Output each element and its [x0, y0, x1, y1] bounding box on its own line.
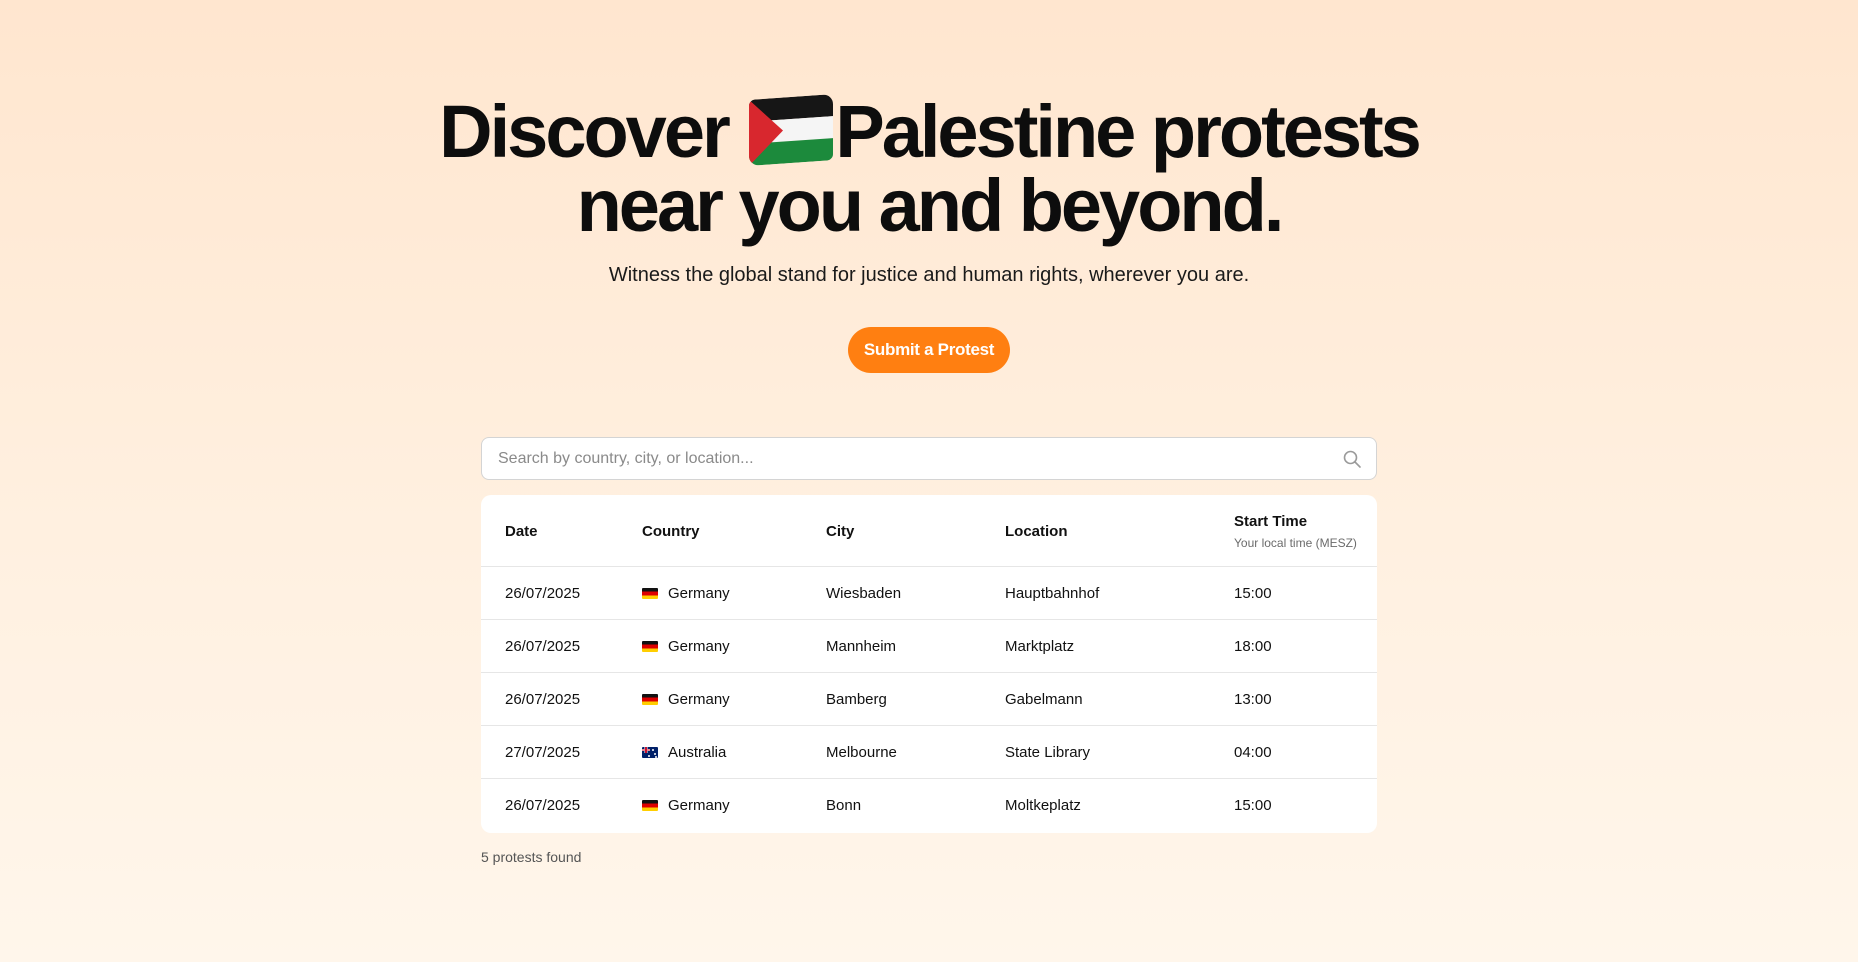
- cell-location: State Library: [1005, 744, 1091, 761]
- title-part-2: Palestine protests: [835, 90, 1421, 173]
- cell-city: Mannheim: [826, 638, 897, 655]
- search-input[interactable]: [482, 438, 1376, 479]
- cell-country: Australia: [642, 726, 726, 779]
- cell-time: 13:00: [1234, 691, 1272, 708]
- country-name: Germany: [668, 691, 730, 708]
- cell-city: Melbourne: [826, 744, 897, 761]
- protests-table: Date Country City Location Start Time Yo…: [481, 495, 1377, 833]
- germany-flag-icon: [642, 588, 658, 599]
- germany-flag-icon: [642, 641, 658, 652]
- cell-location: Moltkeplatz: [1005, 797, 1081, 814]
- table-row[interactable]: 26/07/2025 Germany Bamberg Gabelmann 13:…: [481, 673, 1377, 726]
- cell-city: Bamberg: [826, 691, 887, 708]
- cell-city: Wiesbaden: [826, 585, 902, 602]
- submit-protest-button[interactable]: Submit a Protest: [848, 327, 1010, 373]
- header-city: City: [826, 523, 855, 540]
- australia-flag-icon: [642, 747, 658, 758]
- cell-time: 18:00: [1234, 638, 1272, 655]
- country-name: Germany: [668, 585, 730, 602]
- table-row[interactable]: 26/07/2025 Germany Bonn Moltkeplatz 15:0…: [481, 779, 1377, 832]
- header-location: Location: [1005, 523, 1068, 540]
- page-title: Discover Palestine protests near you and…: [0, 94, 1858, 243]
- search-bar: [481, 437, 1377, 480]
- cell-date: 26/07/2025: [505, 585, 581, 602]
- header-country: Country: [642, 523, 700, 540]
- cell-time: 15:00: [1234, 797, 1272, 814]
- cell-time: 15:00: [1234, 585, 1272, 602]
- cell-location: Hauptbahnhof: [1005, 585, 1100, 602]
- cell-location: Marktplatz: [1005, 638, 1075, 655]
- page-subtitle: Witness the global stand for justice and…: [608, 264, 1250, 286]
- header-date: Date: [505, 523, 538, 540]
- country-name: Germany: [668, 638, 730, 655]
- header-start-time: Start Time: [1234, 513, 1308, 530]
- country-name: Germany: [668, 797, 730, 814]
- cell-city: Bonn: [826, 797, 862, 814]
- cell-date: 26/07/2025: [505, 691, 581, 708]
- germany-flag-icon: [642, 694, 658, 705]
- table-header: Date Country City Location Start Time Yo…: [481, 495, 1377, 567]
- cell-date: 27/07/2025: [505, 744, 581, 761]
- table-row[interactable]: 26/07/2025 Germany Mannheim Marktplatz 1…: [481, 620, 1377, 673]
- cell-location: Gabelmann: [1005, 691, 1083, 708]
- cell-time: 04:00: [1234, 744, 1272, 761]
- results-count: 5 protests found: [481, 849, 582, 865]
- header-start-time-sub: Your local time (MESZ): [1234, 536, 1357, 550]
- cell-date: 26/07/2025: [505, 797, 581, 814]
- cell-country: Germany: [642, 620, 730, 673]
- country-name: Australia: [668, 744, 727, 761]
- title-line-2: near you and beyond.: [576, 164, 1285, 247]
- table-row[interactable]: 26/07/2025 Germany Wiesbaden Hauptbahnho…: [481, 567, 1377, 620]
- search-icon[interactable]: [1342, 449, 1362, 469]
- table-row[interactable]: 27/07/2025 Australia Melbourne State Lib…: [481, 726, 1377, 779]
- cell-country: Germany: [642, 567, 730, 620]
- cell-date: 26/07/2025: [505, 638, 581, 655]
- germany-flag-icon: [642, 800, 658, 811]
- cell-country: Germany: [642, 779, 730, 832]
- hero-section: Discover Palestine protests near you and…: [0, 94, 1858, 243]
- palestine-flag-icon: [749, 94, 834, 166]
- title-part-1: Discover: [439, 90, 746, 173]
- cell-country: Germany: [642, 673, 730, 726]
